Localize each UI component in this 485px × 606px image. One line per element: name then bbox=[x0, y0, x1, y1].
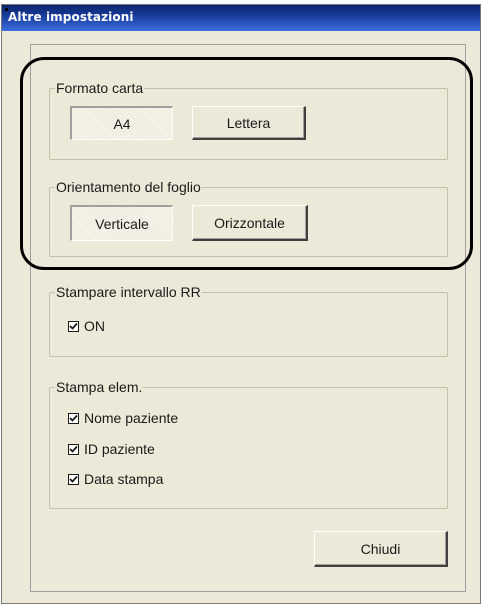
checkbox-box[interactable] bbox=[68, 443, 79, 455]
checkbox-box[interactable] bbox=[68, 412, 79, 424]
patient-name-checkbox[interactable]: Nome paziente bbox=[68, 409, 178, 427]
close-button[interactable]: Chiudi bbox=[314, 531, 448, 567]
orientation-landscape-button[interactable]: Orizzontale bbox=[192, 205, 308, 241]
checkbox-label: ID paziente bbox=[84, 441, 155, 457]
checkbox-label: Data stampa bbox=[84, 471, 164, 487]
orientation-portrait-button[interactable]: Verticale bbox=[70, 205, 173, 241]
checkbox-box[interactable] bbox=[68, 473, 79, 485]
checkmark-icon bbox=[69, 322, 78, 330]
checkbox-box[interactable] bbox=[68, 320, 79, 332]
rr-interval-legend: Stampare intervallo RR bbox=[55, 283, 202, 301]
paper-format-group: Formato carta A4 Lettera bbox=[49, 79, 448, 160]
orientation-group: Orientamento del foglio Verticale Orizzo… bbox=[49, 178, 448, 257]
checkmark-icon bbox=[69, 414, 78, 422]
orientation-legend: Orientamento del foglio bbox=[55, 178, 202, 196]
print-date-checkbox[interactable]: Data stampa bbox=[68, 470, 163, 488]
paper-format-a4-button[interactable]: A4 bbox=[70, 106, 173, 140]
checkmark-icon bbox=[69, 475, 78, 483]
paper-format-letter-button[interactable]: Lettera bbox=[192, 106, 306, 140]
rr-interval-on-checkbox[interactable]: ON bbox=[68, 317, 105, 335]
checkbox-label: Nome paziente bbox=[84, 410, 179, 426]
checkbox-label: ON bbox=[84, 318, 105, 334]
checkmark-icon bbox=[69, 445, 78, 453]
window-title: Altre impostazioni bbox=[8, 10, 134, 24]
print-elements-legend: Stampa elem. bbox=[55, 378, 144, 396]
patient-id-checkbox[interactable]: ID paziente bbox=[68, 440, 155, 458]
print-elements-group: Stampa elem. Nome paziente ID paziente D… bbox=[49, 378, 448, 509]
rr-interval-group: Stampare intervallo RR ON bbox=[49, 283, 448, 357]
paper-format-legend: Formato carta bbox=[55, 79, 145, 97]
title-bar[interactable]: Altre impostazioni bbox=[2, 5, 480, 31]
